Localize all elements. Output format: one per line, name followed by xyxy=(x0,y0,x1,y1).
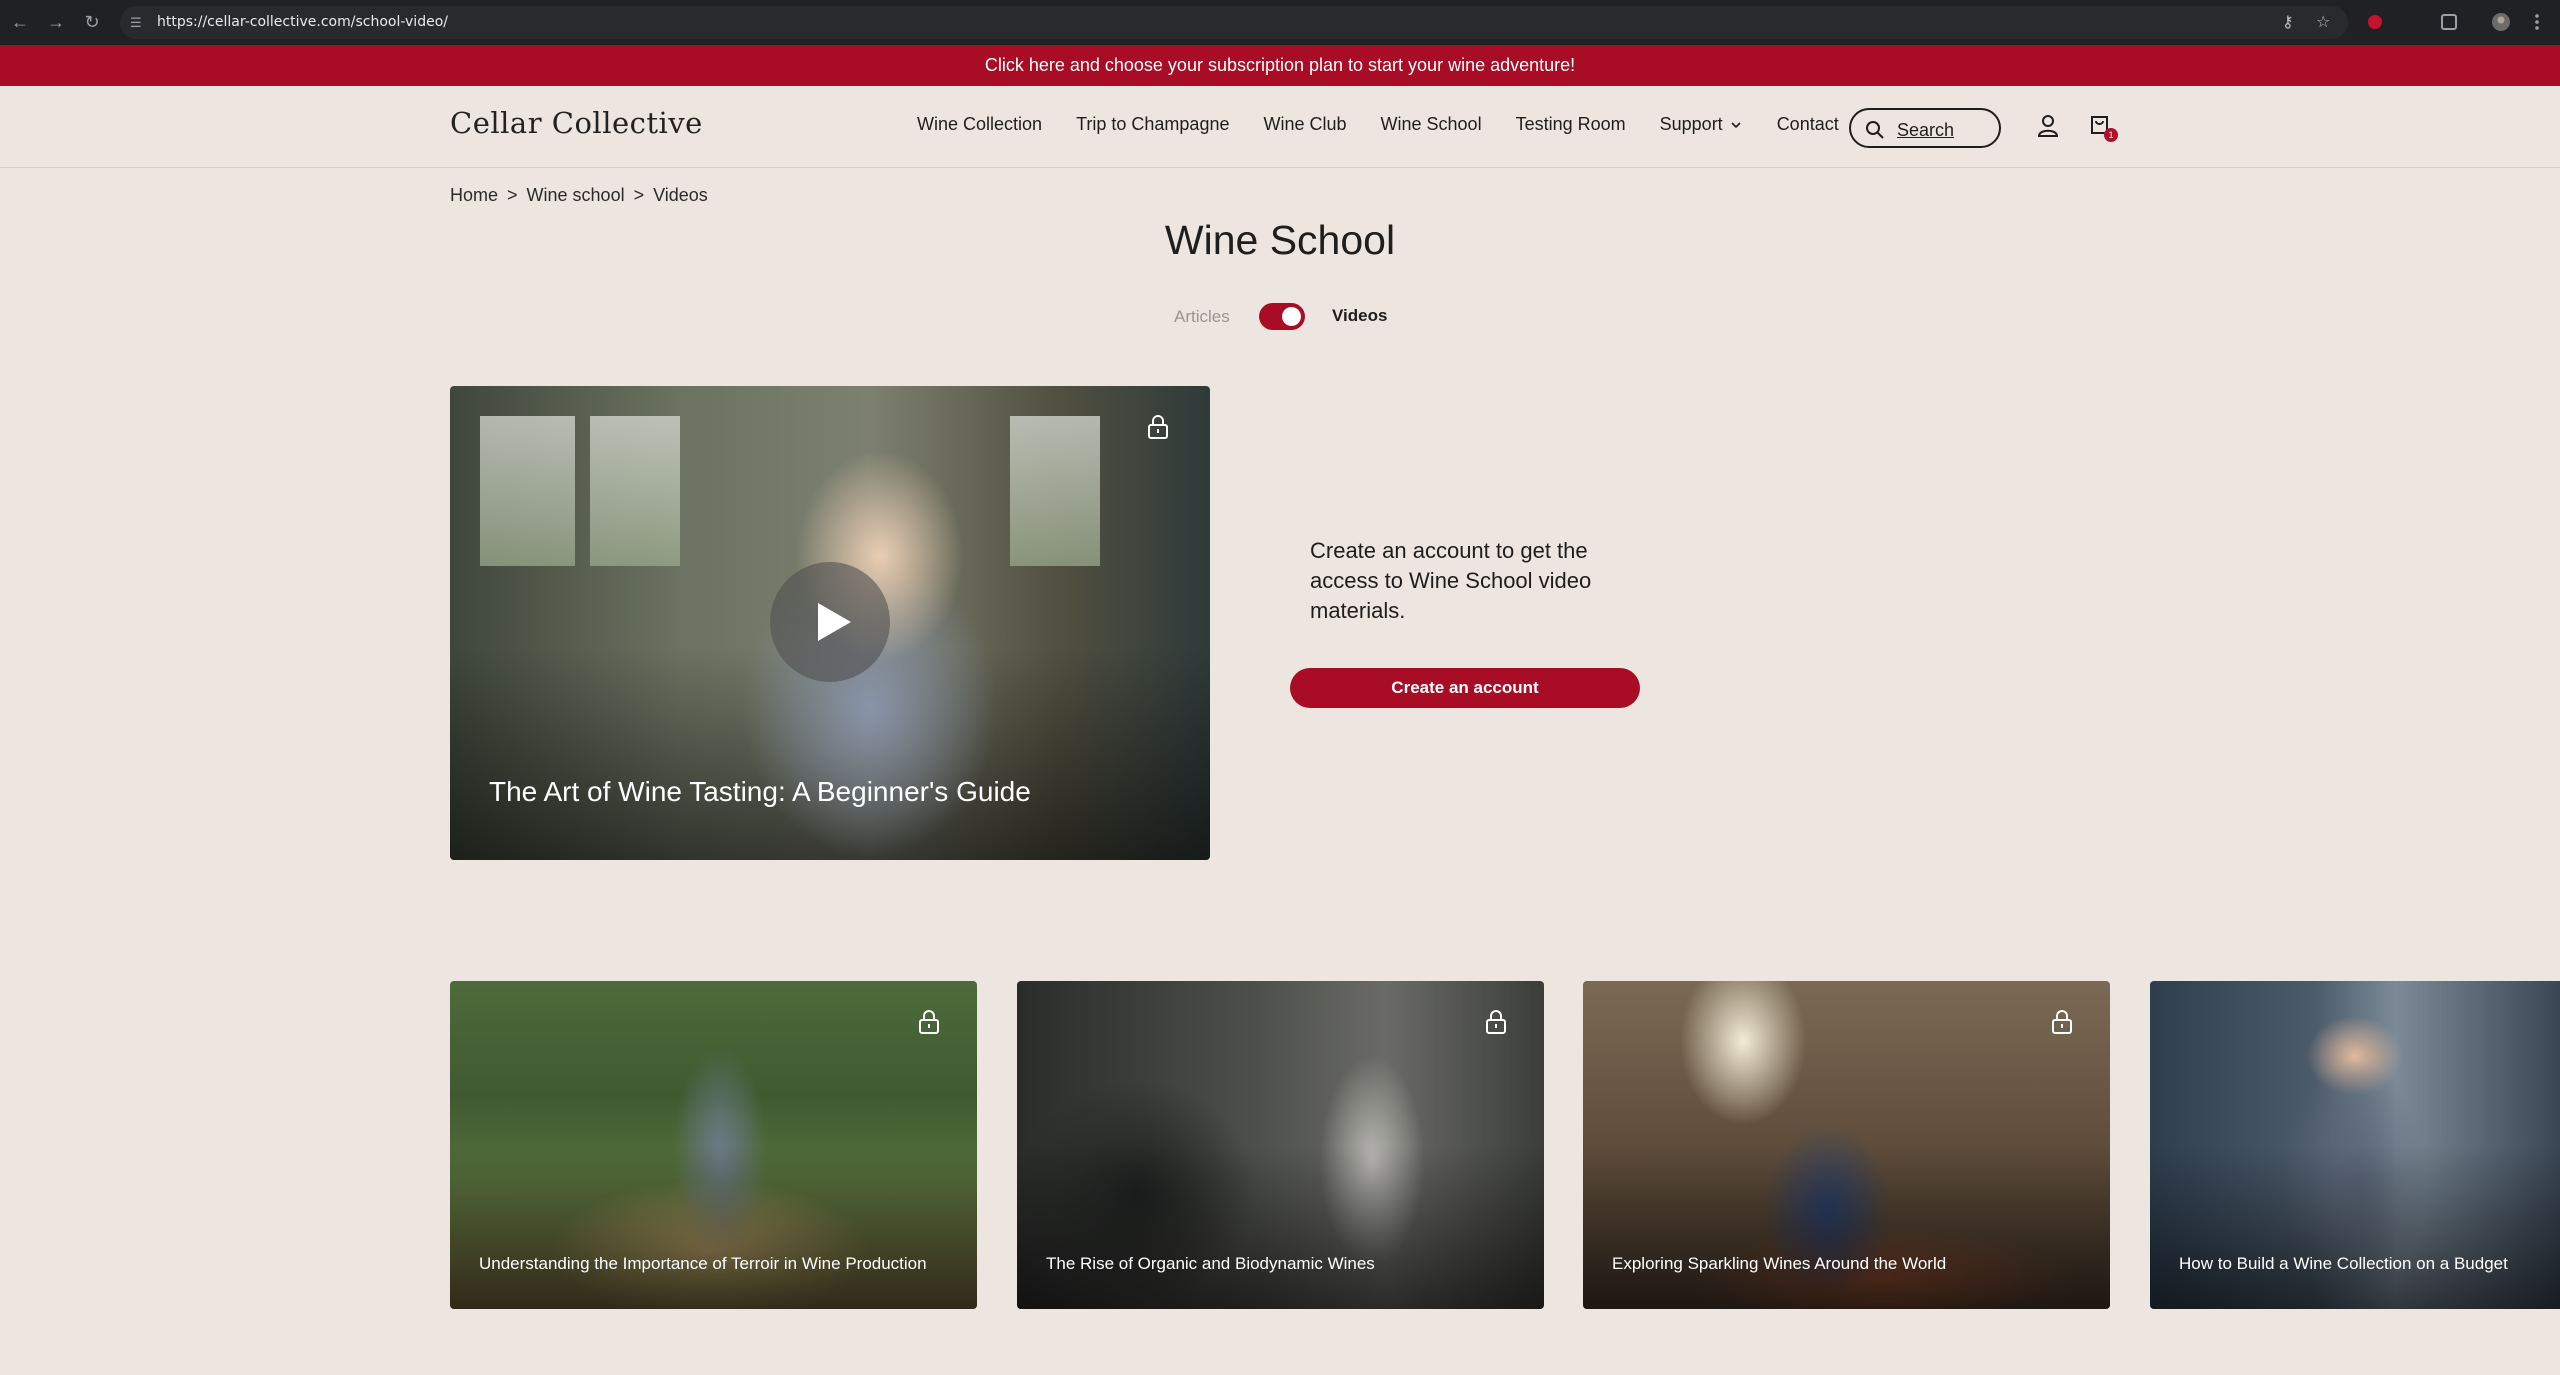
play-button[interactable] xyxy=(770,562,890,682)
nav-wine-club[interactable]: Wine Club xyxy=(1263,114,1346,135)
featured-video-card[interactable]: The Art of Wine Tasting: A Beginner's Gu… xyxy=(450,386,1210,860)
video-card[interactable]: How to Build a Wine Collection on a Budg… xyxy=(2150,981,2560,1309)
bookmark-star-icon[interactable]: ☆ xyxy=(2316,13,2330,33)
nav-testing-room[interactable]: Testing Room xyxy=(1516,114,1626,135)
thumbnail-window-detail xyxy=(1010,416,1100,566)
nav-trip-to-champagne[interactable]: Trip to Champagne xyxy=(1076,114,1229,135)
articles-videos-switch[interactable] xyxy=(1259,303,1305,330)
chevron-down-icon xyxy=(1731,121,1741,128)
nav-wine-school[interactable]: Wine School xyxy=(1381,114,1482,135)
create-account-button[interactable]: Create an account xyxy=(1290,668,1640,708)
account-cta-text: Create an account to get the access to W… xyxy=(1310,538,1592,623)
cart-count-badge: 1 xyxy=(2104,128,2118,142)
search-label: Search xyxy=(1897,120,1955,140)
play-icon xyxy=(818,603,851,641)
video-card[interactable]: Understanding the Importance of Terroir … xyxy=(450,981,977,1309)
video-card[interactable]: The Rise of Organic and Biodynamic Wines xyxy=(1017,981,1544,1309)
breadcrumb-separator: > xyxy=(507,185,518,205)
account-icon[interactable] xyxy=(2037,114,2059,138)
url-text: https://cellar-collective.com/school-vid… xyxy=(157,14,448,30)
back-icon[interactable]: ← xyxy=(8,10,32,34)
search-icon xyxy=(1866,121,1884,139)
browser-toolbar: ← → ↻ ☰ https://cellar-collective.com/sc… xyxy=(0,0,2560,45)
extension-icon[interactable] xyxy=(2364,11,2386,33)
page-title: Wine School xyxy=(1164,217,1396,263)
profile-avatar-icon[interactable] xyxy=(2490,11,2512,33)
nav-wine-collection[interactable]: Wine Collection xyxy=(917,114,1042,135)
subscription-promo-banner[interactable]: Click here and choose your subscription … xyxy=(0,45,2560,86)
password-key-icon[interactable]: ⚷ xyxy=(2282,13,2294,33)
forward-icon[interactable]: → xyxy=(44,10,68,34)
lock-icon xyxy=(1486,1010,1506,1034)
toggle-videos-label[interactable]: Videos xyxy=(1332,306,1387,326)
toggle-articles-label[interactable]: Articles xyxy=(1174,307,1230,327)
address-bar[interactable]: ☰ https://cellar-collective.com/school-v… xyxy=(120,6,2348,39)
site-header: Cellar Collective Wine Collection Trip t… xyxy=(0,86,2560,168)
lock-icon xyxy=(919,1010,939,1034)
video-card[interactable]: Exploring Sparkling Wines Around the Wor… xyxy=(1583,981,2110,1309)
search-button[interactable]: Search xyxy=(1849,108,2001,148)
breadcrumb-videos: Videos xyxy=(653,185,708,205)
breadcrumb-wine-school[interactable]: Wine school xyxy=(527,185,625,205)
breadcrumb-home[interactable]: Home xyxy=(450,185,498,205)
nav-contact[interactable]: Contact xyxy=(1777,114,1839,135)
reload-icon[interactable]: ↻ xyxy=(80,10,104,34)
thumbnail-window-detail xyxy=(480,416,575,566)
video-card-title: Exploring Sparkling Wines Around the Wor… xyxy=(1612,1254,1947,1273)
video-card-title: How to Build a Wine Collection on a Budg… xyxy=(2179,1254,2508,1273)
switch-knob xyxy=(1282,307,1301,326)
breadcrumb-separator: > xyxy=(633,185,645,205)
lock-icon xyxy=(2052,1010,2072,1034)
video-card-title: The Rise of Organic and Biodynamic Wines xyxy=(1046,1254,1375,1273)
lock-icon xyxy=(1148,415,1168,439)
nav-support[interactable]: Support xyxy=(1660,114,1743,135)
site-logo[interactable]: Cellar Collective xyxy=(450,106,703,140)
thumbnail-window-detail xyxy=(590,416,680,566)
main-nav: Wine Collection Trip to Champagne Wine C… xyxy=(917,114,1873,135)
video-card-title: Understanding the Importance of Terroir … xyxy=(479,1254,927,1273)
content-type-toggle: Articles Videos xyxy=(1170,302,1390,334)
browser-menu-icon[interactable] xyxy=(2526,11,2548,33)
nav-support-label: Support xyxy=(1659,114,1723,134)
featured-video-title: The Art of Wine Tasting: A Beginner's Gu… xyxy=(489,776,1031,807)
breadcrumb: Home > Wine school > Videos xyxy=(450,185,708,206)
extensions-puzzle-icon[interactable] xyxy=(2438,11,2460,33)
site-settings-icon[interactable]: ☰ xyxy=(130,14,147,31)
